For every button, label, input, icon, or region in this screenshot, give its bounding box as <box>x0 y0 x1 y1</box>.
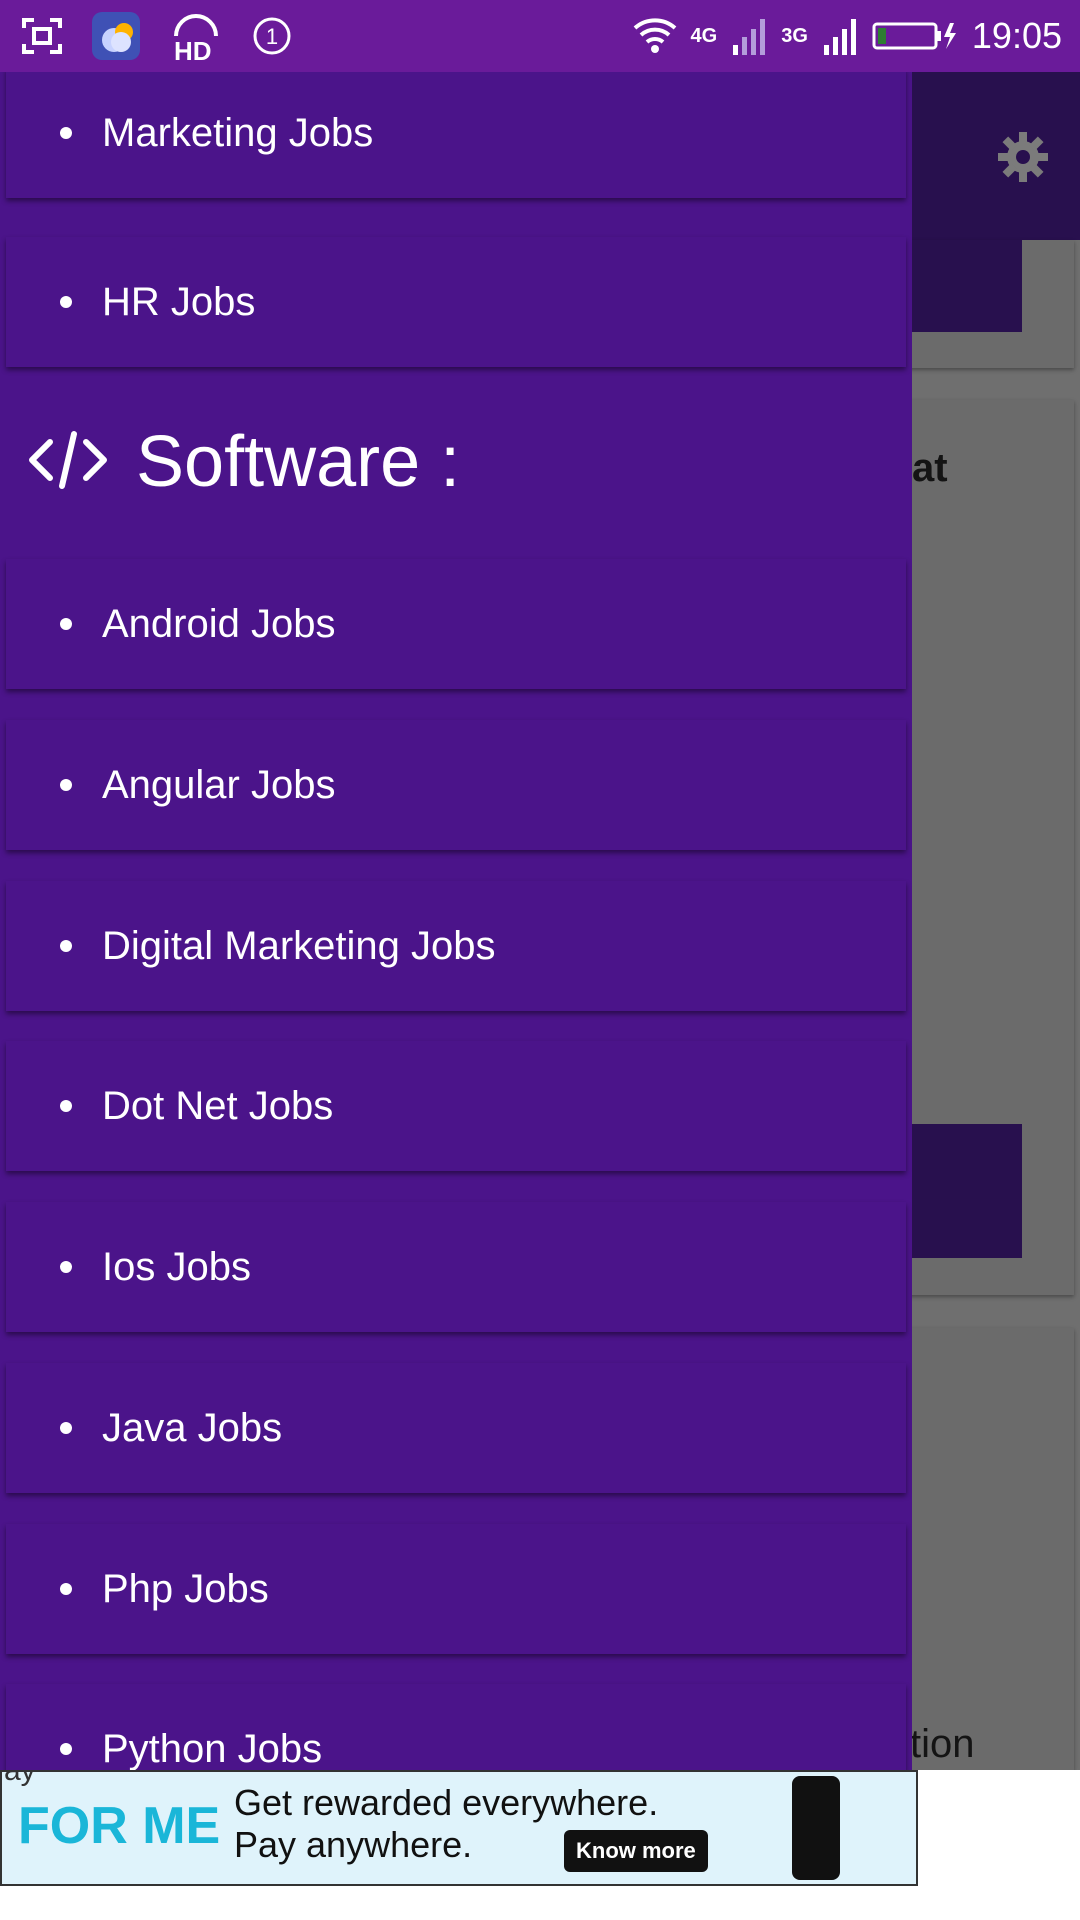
ad-banner[interactable]: ay FOR ME Get rewarded everywhere. Pay a… <box>0 1770 918 1886</box>
bullet-icon <box>60 1422 72 1434</box>
bullet-icon <box>60 1100 72 1112</box>
clock: 19:05 <box>971 15 1062 56</box>
signal-strength-icon-1 <box>731 17 767 55</box>
bullet-icon <box>60 1583 72 1595</box>
drawer-item-angular-jobs[interactable]: Angular Jobs <box>6 720 906 850</box>
battery-charging-icon <box>872 21 958 51</box>
bullet-icon <box>60 127 72 139</box>
drawer-item-label: Angular Jobs <box>102 762 336 807</box>
hd-headset-icon: HD <box>170 10 222 62</box>
ad-subline: Pay anywhere. <box>234 1824 473 1865</box>
background-button-1 <box>900 240 1022 332</box>
code-icon <box>28 428 108 497</box>
network-3g-label: 3G <box>781 24 808 47</box>
section-title: Software : <box>136 422 461 502</box>
bullet-icon <box>60 1261 72 1273</box>
bottom-strip <box>0 1886 1080 1920</box>
drawer-item-marketing-jobs[interactable]: Marketing Jobs <box>6 72 906 198</box>
background-partial-text-1: at <box>912 446 948 490</box>
drawer-item-php-jobs[interactable]: Php Jobs <box>6 1524 906 1654</box>
bullet-icon <box>60 940 72 952</box>
drawer-item-java-jobs[interactable]: Java Jobs <box>6 1363 906 1493</box>
status-bar: HD 1 4G 3G 19:05 <box>0 0 1080 72</box>
background-partial-text-2: tion <box>910 1722 975 1766</box>
hd-label: HD <box>174 36 212 62</box>
screenshot-icon <box>22 18 62 54</box>
drawer-item-label: Marketing Jobs <box>102 110 374 155</box>
wifi-icon <box>633 18 677 54</box>
drawer-item-label: Php Jobs <box>102 1566 269 1611</box>
drawer-item-label: HR Jobs <box>102 279 256 324</box>
bullet-icon <box>60 618 72 630</box>
settings-gear-icon[interactable] <box>996 130 1050 184</box>
bullet-icon <box>60 296 72 308</box>
drawer-item-digital-marketing-jobs[interactable]: Digital Marketing Jobs <box>6 881 906 1011</box>
drawer-item-label: Ios Jobs <box>102 1244 251 1289</box>
drawer-item-android-jobs[interactable]: Android Jobs <box>6 559 906 689</box>
bullet-icon <box>60 1743 72 1755</box>
drawer-item-ios-jobs[interactable]: Ios Jobs <box>6 1202 906 1332</box>
ad-partial-text: ay <box>4 1770 36 1787</box>
notification-count-icon: 1 <box>252 16 292 56</box>
bullet-icon <box>60 779 72 791</box>
weather-app-icon <box>92 12 140 60</box>
drawer-item-dot-net-jobs[interactable]: Dot Net Jobs <box>6 1041 906 1171</box>
ad-know-more-button[interactable]: Know more <box>564 1830 708 1872</box>
drawer-item-label: Android Jobs <box>102 601 336 646</box>
drawer-item-python-jobs[interactable]: Python Jobs <box>6 1684 906 1770</box>
bottom-background <box>918 1770 1080 1886</box>
section-header-software: Software : <box>28 402 460 522</box>
drawer-item-label: Java Jobs <box>102 1405 283 1450</box>
signal-strength-icon-2 <box>822 17 858 55</box>
drawer-item-label: Dot Net Jobs <box>102 1083 334 1128</box>
notification-count: 1 <box>266 24 278 49</box>
ad-headline: Get rewarded everywhere. <box>234 1782 659 1823</box>
drawer-item-hr-jobs[interactable]: HR Jobs <box>6 237 906 367</box>
ad-brand: FOR ME <box>18 1797 221 1855</box>
navigation-drawer: Marketing Jobs HR Jobs Software : Androi… <box>0 72 912 1770</box>
drawer-item-label: Digital Marketing Jobs <box>102 923 496 968</box>
background-button-2 <box>900 1124 1022 1258</box>
phone-icon <box>792 1776 840 1880</box>
drawer-item-label: Python Jobs <box>102 1726 323 1771</box>
network-4g-label: 4G <box>690 24 718 47</box>
